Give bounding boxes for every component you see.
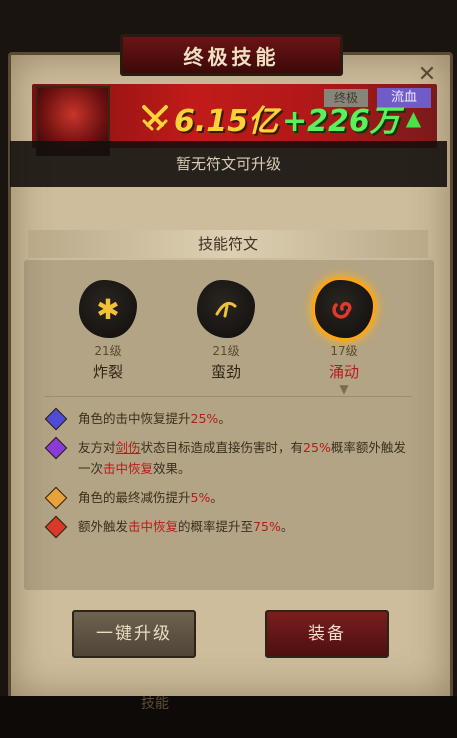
blue-gem-icon [44,407,68,431]
rune-name: 炸裂 [92,363,123,381]
effect-item: 角色的击中恢复提升25%。 [44,407,418,431]
rune-slot-1[interactable]: ✱ 21级 炸裂 [68,280,148,382]
purple-gem-icon [44,436,68,460]
rune-stone [315,280,373,338]
title-banner: 终极技能 [120,34,343,76]
power-gain: +226万 [282,104,400,139]
panel-title: 终极技能 [183,44,280,69]
swirl-icon [332,301,352,319]
effect-text: 友方对剑伤状态目标造成直接伤害时，有25%概率额外触发一次击中恢复效果。 [78,440,406,476]
rune-slot-2[interactable]: 21级 蛮劲 [186,280,266,382]
effect-text: 角色的击中恢复提升25%。 [78,411,231,426]
one-click-upgrade-button[interactable]: 一键升级 [72,610,196,658]
rune-name: 蛮劲 [210,363,241,381]
crossed-swords-icon [142,105,168,131]
power-display: 6.15亿 +226万 ▲ [140,98,422,139]
selected-chevron-icon: ▼ [339,382,349,396]
effects-list: 角色的击中恢复提升25%。 友方对剑伤状态目标造成直接伤害时，有25%概率额外触… [44,407,418,545]
bleed-link[interactable]: 剑伤 [116,440,141,455]
rune-stone: ✱ [79,280,137,338]
rune-slot-3[interactable]: 17级 涌动 ▼ [304,280,384,396]
rune-level: 21级 [94,344,122,358]
burst-icon: ✱ [96,292,120,326]
upgrade-notice: 暂无符文可升级 [10,141,447,187]
rune-name: 涌动 [328,363,359,381]
up-arrow-icon: ▲ [405,106,422,130]
section-title: 技能符文 [28,230,428,258]
effect-item: 额外触发击中恢复的概率提升至75%。 [44,515,418,539]
rune-stone [197,280,255,338]
equip-button[interactable]: 装备 [265,610,389,658]
effect-item: 友方对剑伤状态目标造成直接伤害时，有25%概率额外触发一次击中恢复效果。 [44,436,418,479]
power-value: 6.15亿 [174,104,279,139]
rune-level: 17级 [330,344,358,358]
rune-level: 21级 [212,344,240,358]
tab-skills[interactable]: 技能 [105,690,205,718]
red-gem-icon [44,515,68,539]
effect-text: 角色的最终减伤提升5%。 [78,490,223,505]
gold-gem-icon [44,486,68,510]
effect-item: 角色的最终减伤提升5%。 [44,486,418,510]
bottom-bar [0,696,457,738]
arc-icon [215,301,237,318]
effect-text: 额外触发击中恢复的概率提升至75%。 [78,519,294,534]
divider [44,396,412,397]
